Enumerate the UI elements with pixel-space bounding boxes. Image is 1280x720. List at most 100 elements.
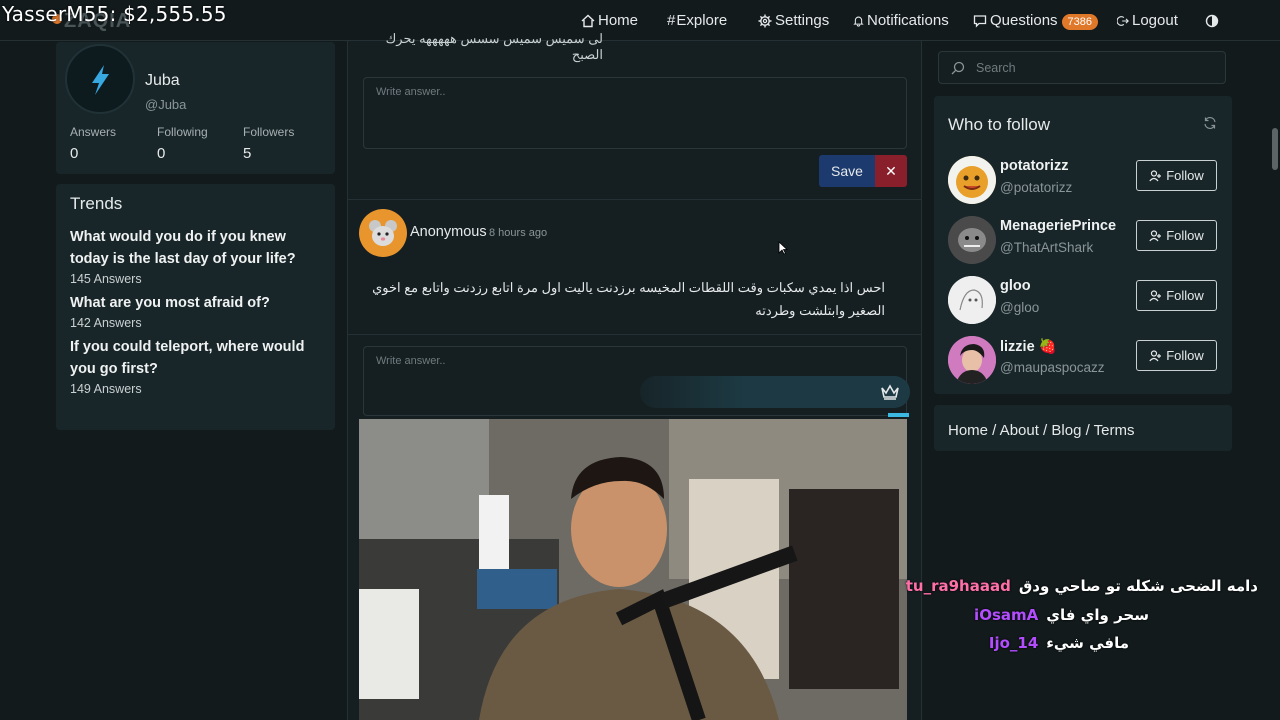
gear-icon [758,14,772,27]
trend-answer-count: 149 Answers [70,382,142,396]
chat-message-text: سحر واي فاي [1046,606,1149,624]
bolt-avatar-icon [92,65,109,95]
nav-explore-label: Explore [676,12,728,29]
footer-links[interactable]: Home / About / Blog / Terms [948,422,1134,439]
profile-name[interactable]: Juba [145,72,180,90]
divider [348,334,921,335]
hash-icon: # [667,12,676,29]
user-plus-icon [1149,349,1162,361]
logout-icon [1117,15,1129,26]
user-name[interactable]: MenageriePrince [1000,218,1116,234]
scrollbar[interactable] [1272,128,1278,170]
previous-post-text: لى سميس سميس سسس هههههه يحرك الصبح [385,31,603,62]
answer-input[interactable]: Write answer.. [363,77,907,149]
nav-home-label: Home [598,12,639,29]
avatar[interactable] [948,156,996,204]
chat-username: Ijo_14 [988,634,1039,652]
user-plus-icon [1149,169,1162,181]
chat-message-text: دامه الضحى شكله تو صاحي ودق [1018,577,1258,595]
chat-message: سحر واي فاي iOsamA [974,606,1149,624]
chat-username: tu_ra9haaad [905,577,1011,595]
follow-button[interactable]: Follow [1136,160,1217,191]
answers-label: Answers [70,125,117,139]
search-icon [951,61,965,75]
webcam-scene [359,419,907,720]
chat-message: دامه الضحى شكله تو صاحي ودق tu_ra9haaad [906,577,1258,595]
avatar[interactable] [65,44,135,114]
webcam-video [359,419,907,720]
user-handle: @ThatArtShark [1000,240,1094,255]
mouse-avatar-icon [369,220,397,246]
profile-handle: @Juba [145,97,187,112]
contrast-icon [1205,14,1219,27]
chat-icon [973,14,987,28]
user-name[interactable]: gloo [1000,278,1031,294]
follow-button[interactable]: Follow [1136,340,1217,371]
nav-notifications-label: Notifications [867,12,949,29]
nav-settings-label: Settings [775,12,830,29]
user-name[interactable]: potatorizz [1000,158,1068,174]
avatar-image [948,156,996,204]
user-handle: @maupaspocazz [1000,360,1105,375]
divider [348,199,921,200]
nav-settings[interactable]: Settings [758,0,829,41]
search-input[interactable] [976,59,1216,77]
nav-questions[interactable]: Questions 7386 [973,0,1099,41]
followers-label[interactable]: Followers [243,125,294,139]
trend-question[interactable]: What are you most afraid of? [70,292,321,314]
stream-alert-bar [640,376,910,408]
avatar-image [948,216,996,264]
who-to-follow-title: Who to follow [948,115,1051,134]
following-count[interactable]: 0 [157,145,165,162]
avatar[interactable] [948,216,996,264]
trend-item[interactable]: If you could teleport, where would you g… [70,336,321,396]
nav-logout[interactable]: Logout [1117,0,1178,41]
trends-card: Trends What would you do if you knew tod… [56,184,335,430]
post-author: Anonymous [410,224,487,240]
search-bar[interactable] [938,51,1226,84]
trend-item[interactable]: What would you do if you knew today is t… [70,226,321,286]
post-timestamp: 8 hours ago [489,227,548,239]
alert-progress [888,413,909,417]
follow-label: Follow [1166,348,1204,363]
trend-answer-count: 145 Answers [70,272,142,286]
mouse-cursor-icon [778,241,788,255]
avatar[interactable] [948,276,996,324]
follow-label: Follow [1166,288,1204,303]
follow-label: Follow [1166,228,1204,243]
post-question-text[interactable]: احس اذا يمدي سكبات وقت اللقطات المخيسه ب… [363,276,885,322]
save-button[interactable]: Save [819,155,875,187]
chat-message-text: مافي شيء [1046,634,1129,652]
nav-explore[interactable]: # Explore [667,0,727,41]
user-handle: @gloo [1000,300,1040,315]
nav-logout-label: Logout [1132,12,1178,29]
home-icon [581,14,595,27]
user-name[interactable]: lizzie 🍓 [1000,338,1057,355]
cancel-button[interactable]: ✕ [875,155,907,187]
profile-card: Juba @Juba Answers 0 Following 0 Followe… [56,42,335,174]
refresh-icon[interactable] [1203,116,1217,130]
avatar-image [948,276,996,324]
followers-count[interactable]: 5 [243,145,251,162]
questions-count-badge: 7386 [1061,13,1099,30]
follow-label: Follow [1166,168,1204,183]
trend-question[interactable]: What would you do if you knew today is t… [70,226,321,270]
theme-toggle[interactable] [1205,0,1222,41]
follow-button[interactable]: Follow [1136,220,1217,251]
trends-title: Trends [70,194,123,213]
user-plus-icon [1149,229,1162,241]
following-label[interactable]: Following [157,125,208,139]
trend-question[interactable]: If you could teleport, where would you g… [70,336,321,380]
nav-notifications[interactable]: Notifications [853,0,949,41]
avatar-image [948,336,996,384]
stream-balance-overlay: YasserM55: $2,555.55 [2,2,227,26]
answers-count: 0 [70,145,79,162]
follow-button[interactable]: Follow [1136,280,1217,311]
chat-message: مافي شيء Ijo_14 [989,634,1129,652]
avatar[interactable] [948,336,996,384]
nav-questions-label: Questions [990,12,1058,29]
anonymous-avatar[interactable] [359,209,407,257]
bell-icon [853,16,864,27]
user-handle: @potatorizz [1000,180,1073,195]
trend-item[interactable]: What are you most afraid of? 142 Answers [70,292,321,330]
